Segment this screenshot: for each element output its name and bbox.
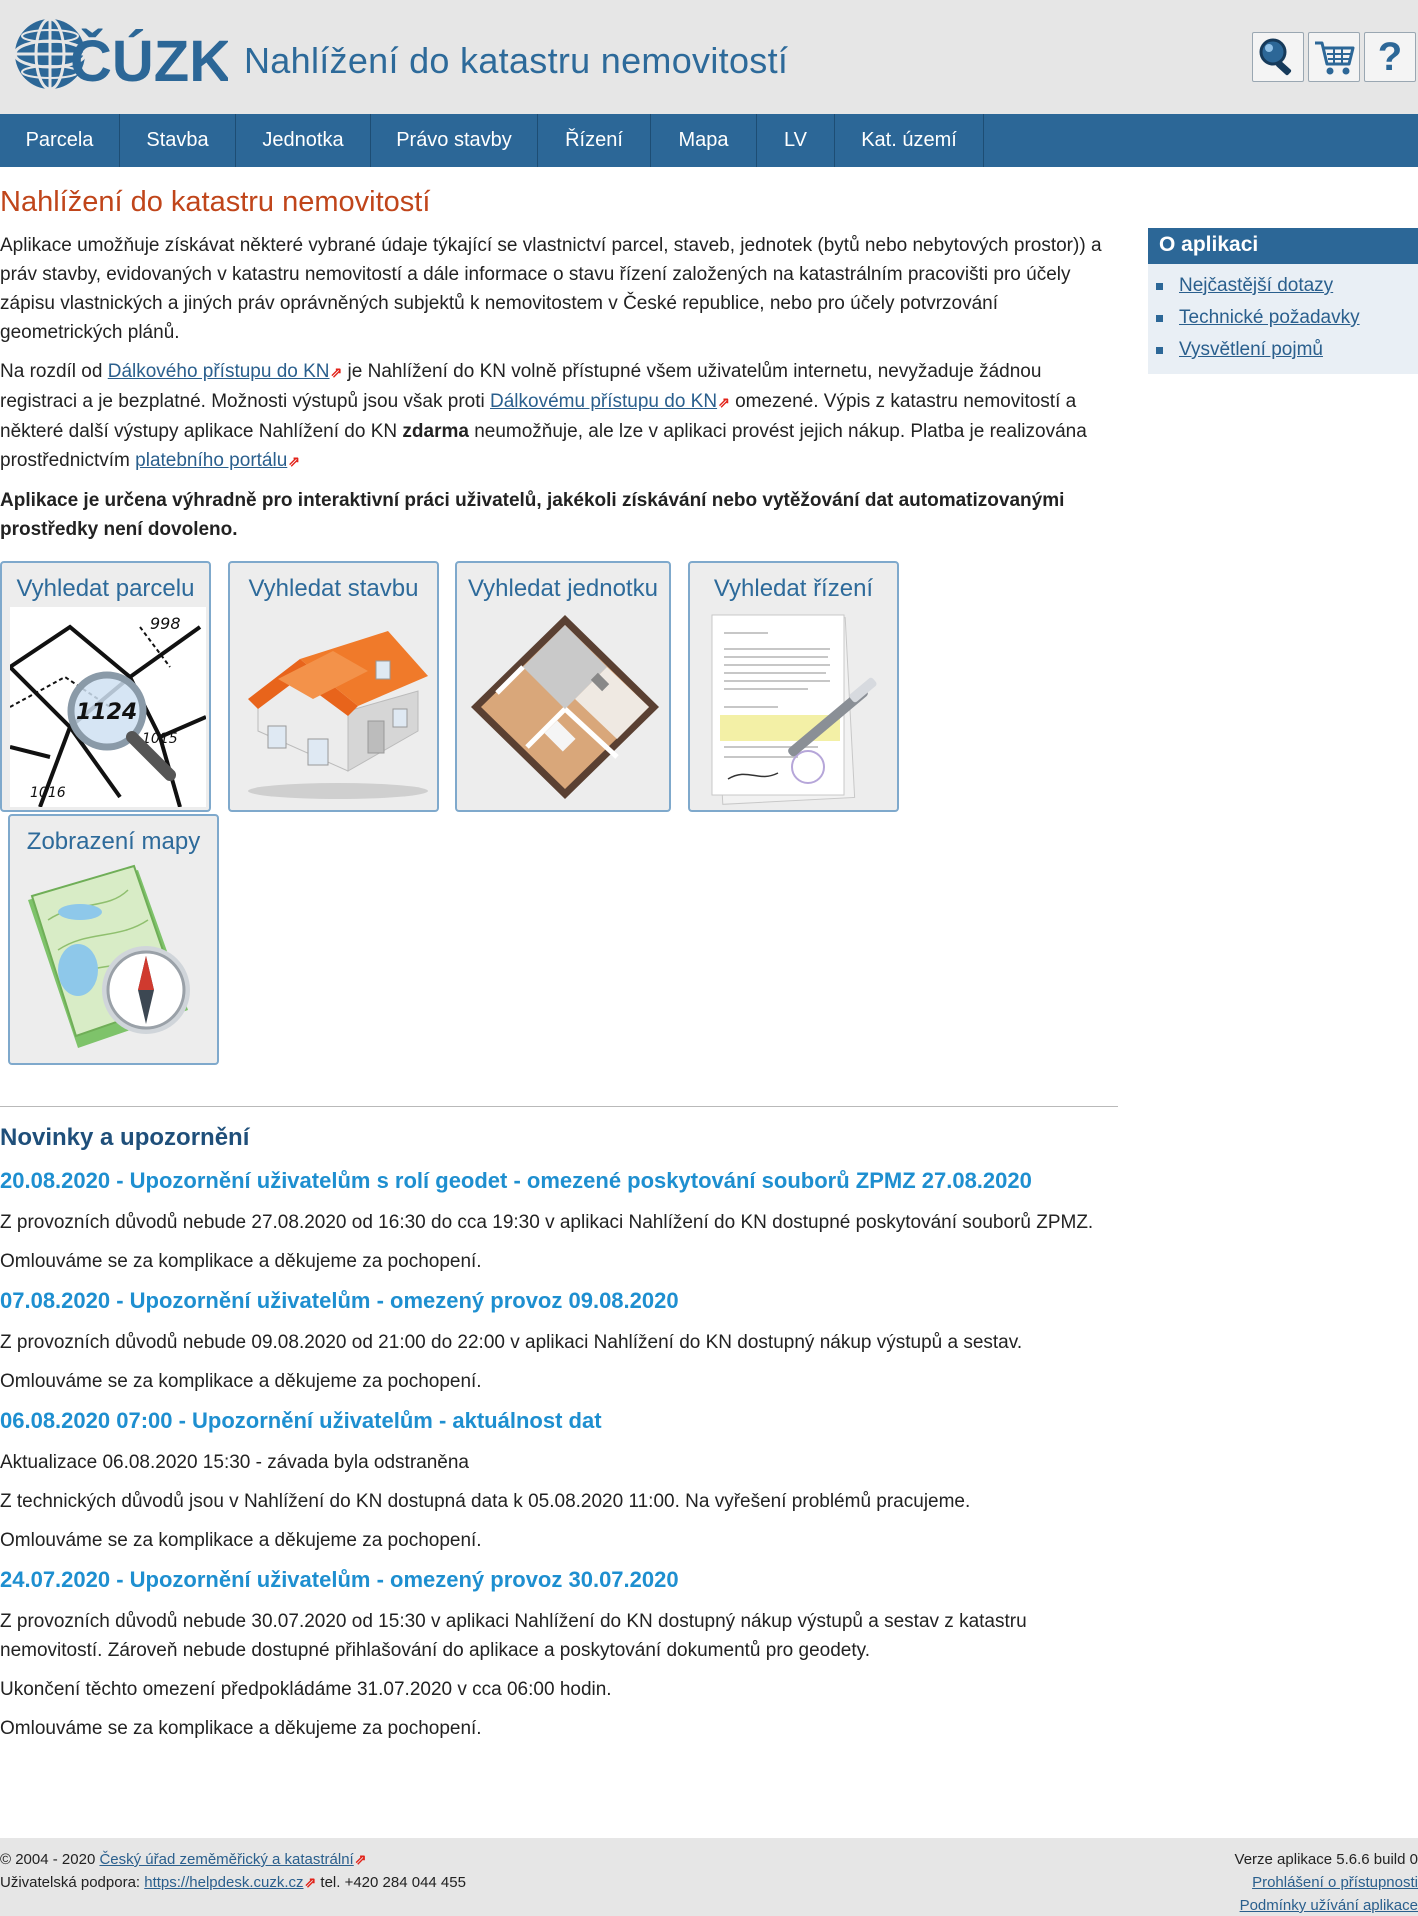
news-section: Novinky a upozornění 20.08.2020 - Upozor… [0,1124,1110,1753]
bold-free: zdarma [402,421,469,442]
footer-right: Verze aplikace 5.6.6 build 0 Prohlášení … [1235,1848,1418,1916]
news-item: 24.07.2020 - Upozornění uživatelům - ome… [0,1565,1110,1743]
tile-search-proceedings[interactable]: Vyhledat řízení [688,561,899,812]
news-headline: 20.08.2020 - Upozornění uživatelům s rol… [0,1168,1032,1193]
bullet-icon [1156,346,1163,354]
external-link-icon: ⇗ [304,1874,317,1890]
app-title: Nahlížení do katastru nemovitostí [244,40,789,81]
nav-item-stavba[interactable]: Stavba [120,114,236,167]
sidebar: O aplikaci Nejčastější dotazy Technické … [1148,228,1418,374]
news-item: 07.08.2020 - Upozornění uživatelům - ome… [0,1286,1110,1396]
support-label: Uživatelská podpora: [0,1874,145,1891]
search-key-button[interactable] [1252,32,1304,82]
apartment-floorplan-icon [471,615,659,799]
support-line: Uživatelská podpora: https://helpdesk.cu… [0,1871,466,1894]
header: ČÚZK Nahlížení do katastru nemovitostí ? [0,0,1418,114]
cuzk-logo[interactable]: ČÚZK [12,14,231,94]
news-paragraph: Z technických důvodů jsou v Nahlížení do… [0,1491,971,1512]
tile-label: Vyhledat jednotku [468,575,658,602]
glossary-link[interactable]: Vysvětlení pojmů [1179,339,1323,361]
technical-requirements-link[interactable]: Technické požadavky [1179,307,1360,329]
help-button[interactable]: ? [1364,32,1416,82]
footer-left: © 2004 - 2020 Český úřad zeměměřický a k… [0,1848,466,1894]
faq-link[interactable]: Nejčastější dotazy [1179,275,1333,297]
map-compass-icon [28,864,190,1048]
payment-portal-link[interactable]: platebního portálu [135,450,287,471]
parcel-number: 998 [150,614,181,633]
tile-label: Zobrazení mapy [26,828,201,855]
news-headline: 06.08.2020 07:00 - Upozornění uživatelům… [0,1408,602,1433]
news-paragraph: Omlouváme se za komplikace a děkujeme za… [0,1530,482,1551]
copyright-text: © 2004 - 2020 [0,1851,100,1868]
tile-search-building[interactable]: Vyhledat stavbu [228,561,439,812]
remote-access-link[interactable]: Dálkového přístupu do KN [108,361,330,382]
nav-item-kat-uzemi[interactable]: Kat. území [835,114,984,167]
support-phone: tel. +420 284 044 455 [316,1874,466,1891]
tile-show-map[interactable]: Zobrazení mapy [8,814,219,1065]
globe-logo-icon: ČÚZK [13,17,231,94]
text-span: Na rozdíl od [0,361,108,382]
news-paragraph: Omlouváme se za komplikace a děkujeme za… [0,1251,482,1272]
app-version: Verze aplikace 5.6.6 build 0 [1234,1851,1418,1868]
parcel-number: 1016 [30,785,66,801]
news-paragraph: Z provozních důvodů nebude 30.07.2020 od… [0,1611,1027,1661]
news-item: 20.08.2020 - Upozornění uživatelům s rol… [0,1166,1110,1276]
news-headline: 07.08.2020 - Upozornění uživatelům - ome… [0,1288,679,1313]
logo-text: ČÚZK [70,29,228,94]
external-link-icon: ⇗ [718,394,730,410]
automation-warning: Aplikace je určena výhradně pro interakt… [0,490,1065,540]
tile-label: Vyhledat řízení [713,575,874,602]
helpdesk-link[interactable]: https://helpdesk.cuzk.cz [144,1874,303,1891]
news-paragraph: Ukončení těchto omezení předpokládáme 31… [0,1679,612,1700]
main-nav: Parcela Stavba Jednotka Právo stavby Říz… [0,114,1418,167]
external-link-icon: ⇗ [288,453,301,469]
nav-item-jednotka[interactable]: Jednotka [236,114,371,167]
nav-item-pravo-stavby[interactable]: Právo stavby [371,114,538,167]
sidebar-item-technical: Technické požadavky [1148,302,1418,334]
document-pen-icon [711,614,877,805]
terms-link[interactable]: Podmínky užívání aplikace [1240,1897,1418,1914]
nav-item-rizeni[interactable]: Řízení [538,114,651,167]
bullet-icon [1156,314,1163,322]
intro-paragraph: Aplikace umožňuje získávat některé vybra… [0,235,1102,343]
footer: © 2004 - 2020 Český úřad zeměměřický a k… [0,1838,1418,1916]
house-icon [248,631,428,799]
parcel-map-magnifier-icon: 998 1015 1016 1124 [10,607,206,807]
news-paragraph: Omlouváme se za komplikace a děkujeme za… [0,1371,482,1392]
external-link-icon: ⇗ [354,1851,367,1867]
news-title: Novinky a upozornění [0,1124,250,1151]
cart-button[interactable] [1308,32,1360,82]
remote-access-link-2[interactable]: Dálkovému přístupu do KN [490,391,717,412]
access-paragraph: Na rozdíl od Dálkového přístupu do KN⇗ j… [0,357,1120,476]
help-icon: ? [1377,34,1403,79]
search-key-icon [1259,38,1292,76]
sidebar-list: Nejčastější dotazy Technické požadavky V… [1148,264,1418,374]
bullet-icon [1156,282,1163,290]
news-headline: 24.07.2020 - Upozornění uživatelům - ome… [0,1567,679,1592]
tile-search-unit[interactable]: Vyhledat jednotku [455,561,671,812]
nav-item-parcela[interactable]: Parcela [0,114,120,167]
sidebar-title: O aplikaci [1148,228,1418,264]
tile-label: Vyhledat stavbu [248,575,419,602]
news-paragraph: Aktualizace 06.08.2020 15:30 - závada by… [0,1452,469,1473]
nav-item-lv[interactable]: LV [757,114,835,167]
nav-item-mapa[interactable]: Mapa [651,114,757,167]
org-link[interactable]: Český úřad zeměměřický a katastrální [99,1851,353,1868]
news-paragraph: Z provozních důvodů nebude 09.08.2020 od… [0,1332,1023,1353]
news-paragraph: Z provozních důvodů nebude 27.08.2020 od… [0,1212,1094,1233]
accessibility-link[interactable]: Prohlášení o přístupnosti [1252,1874,1418,1891]
sidebar-item-glossary: Vysvětlení pojmů [1148,334,1418,366]
tile-search-parcel[interactable]: Vyhledat parcelu 998 1015 1016 1124 [0,561,211,812]
cart-icon [1315,41,1355,75]
tile-label: Vyhledat parcelu [16,575,195,602]
news-paragraph: Omlouváme se za komplikace a děkujeme za… [0,1718,482,1739]
parcel-number-highlight: 1124 [76,700,137,725]
external-link-icon: ⇗ [330,364,343,380]
sidebar-item-faq: Nejčastější dotazy [1148,270,1418,302]
main-content: Nahlížení do katastru nemovitostí Aplika… [0,186,1120,554]
news-item: 06.08.2020 07:00 - Upozornění uživatelům… [0,1406,1110,1555]
copyright-line: © 2004 - 2020 Český úřad zeměměřický a k… [0,1848,466,1871]
page-title: Nahlížení do katastru nemovitostí [0,186,431,218]
section-divider [0,1106,1118,1107]
